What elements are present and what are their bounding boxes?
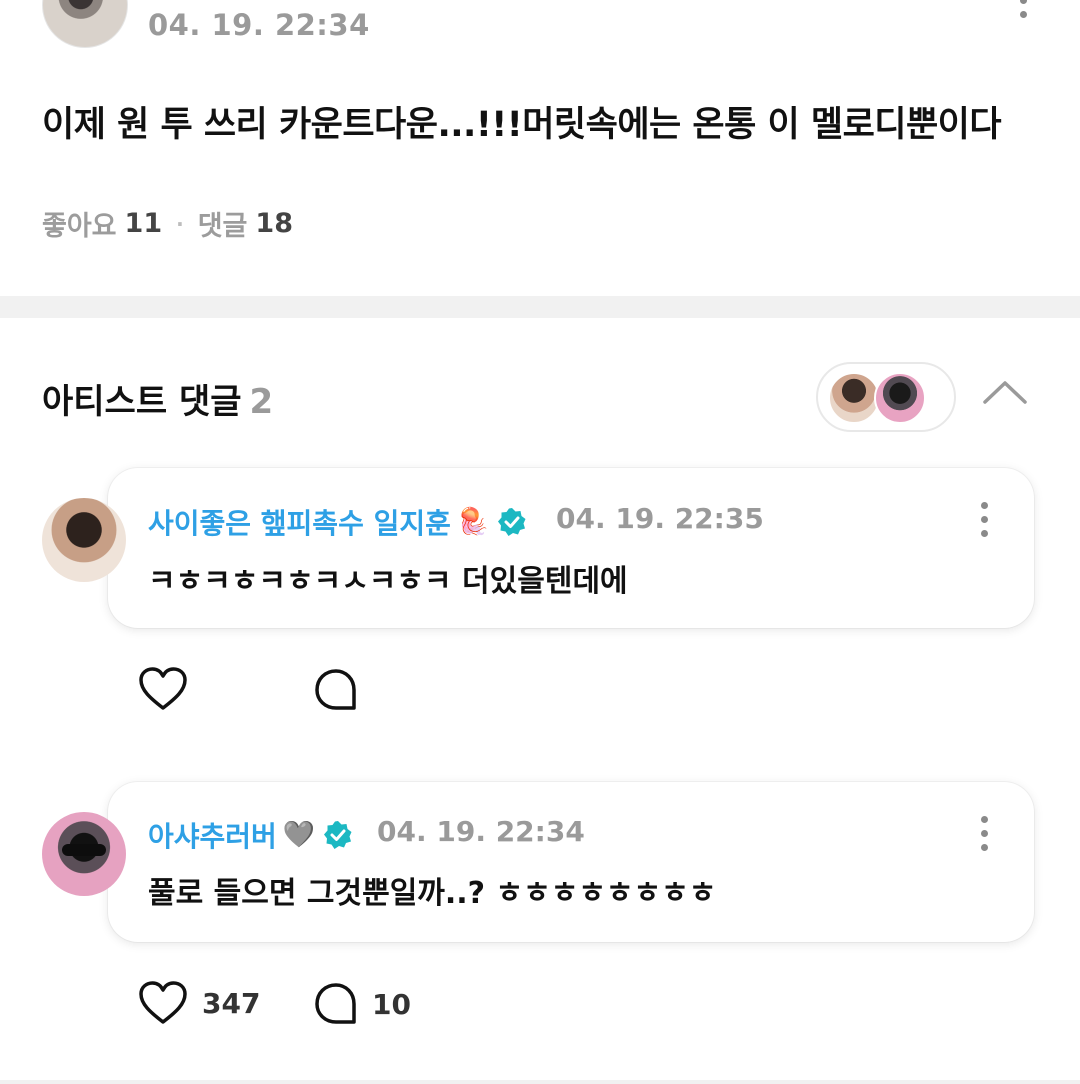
- comment-username-text[interactable]: 아샤추러버: [148, 815, 277, 855]
- likes-count: 11: [124, 208, 163, 239]
- separator-dot: ·: [176, 211, 184, 236]
- post-stats: 좋아요 11 · 댓글 18: [42, 204, 293, 243]
- commenter-avatar[interactable]: [42, 498, 126, 582]
- comment-username[interactable]: 아샤추러버 🩶: [148, 815, 353, 855]
- post-more-menu-icon[interactable]: [1018, 0, 1028, 18]
- comments-label[interactable]: 댓글: [198, 204, 248, 243]
- comment-username[interactable]: 사이좋은 햎피촉수 일지훈 🪼: [148, 502, 527, 542]
- comment-bubble: [108, 782, 1034, 942]
- bottom-divider: [0, 1080, 1080, 1084]
- comment-text: ㅋㅎㅋㅎㅋㅎㅋㅅㅋㅎㅋ 더있을텐데에: [148, 564, 628, 599]
- heart-icon[interactable]: [138, 666, 188, 712]
- post-author-avatar[interactable]: [42, 0, 128, 48]
- artist-comments-count: 2: [249, 382, 274, 422]
- comment-more-menu-icon[interactable]: [979, 816, 989, 851]
- artist-avatars-pill[interactable]: [816, 362, 956, 432]
- reply-bubble-icon[interactable]: [314, 668, 358, 712]
- verified-badge-icon: [498, 508, 526, 536]
- chevron-up-icon[interactable]: [982, 378, 1028, 406]
- section-divider: [0, 296, 1080, 318]
- post-timestamp: 04. 19. 22:34: [148, 8, 370, 42]
- heart-icon[interactable]: [138, 980, 188, 1026]
- comment-reply-button[interactable]: 10: [314, 982, 411, 1026]
- artist-comments-label: 아티스트 댓글: [42, 382, 242, 422]
- username-emoji: 🩶: [282, 820, 316, 850]
- artist-comments-title: 아티스트 댓글 2: [42, 374, 273, 423]
- reply-bubble-icon[interactable]: [314, 982, 358, 1026]
- verified-badge-icon: [324, 821, 352, 849]
- comment-timestamp: 04. 19. 22:34: [377, 815, 585, 848]
- comment-bubble: [108, 468, 1034, 628]
- artist-avatar-2: [874, 372, 926, 424]
- comment-reply-button[interactable]: [314, 668, 372, 712]
- artist-avatar-1: [828, 372, 880, 424]
- comment-reply-count: 10: [372, 987, 411, 1021]
- comment-like-count: 347: [202, 986, 261, 1020]
- likes-label: 좋아요: [42, 211, 117, 242]
- post-body-text: 이제 원 투 쓰리 카운트다운...!!!머릿속에는 온통 이 멜로디뿐이다: [42, 105, 1002, 145]
- comment-like-button[interactable]: [138, 666, 202, 712]
- comment-username-text[interactable]: 사이좋은 햎피촉수 일지훈: [148, 502, 451, 542]
- comment-like-button[interactable]: 347: [138, 980, 260, 1026]
- comment-text: 풀로 들으면 그것뿐일까..? ㅎㅎㅎㅎㅎㅎㅎㅎ: [148, 876, 717, 911]
- comments-count[interactable]: 18: [255, 208, 293, 239]
- username-emoji: 🪼: [456, 507, 490, 537]
- comment-more-menu-icon[interactable]: [979, 502, 989, 537]
- commenter-avatar[interactable]: [42, 812, 126, 896]
- comment-timestamp: 04. 19. 22:35: [556, 502, 764, 535]
